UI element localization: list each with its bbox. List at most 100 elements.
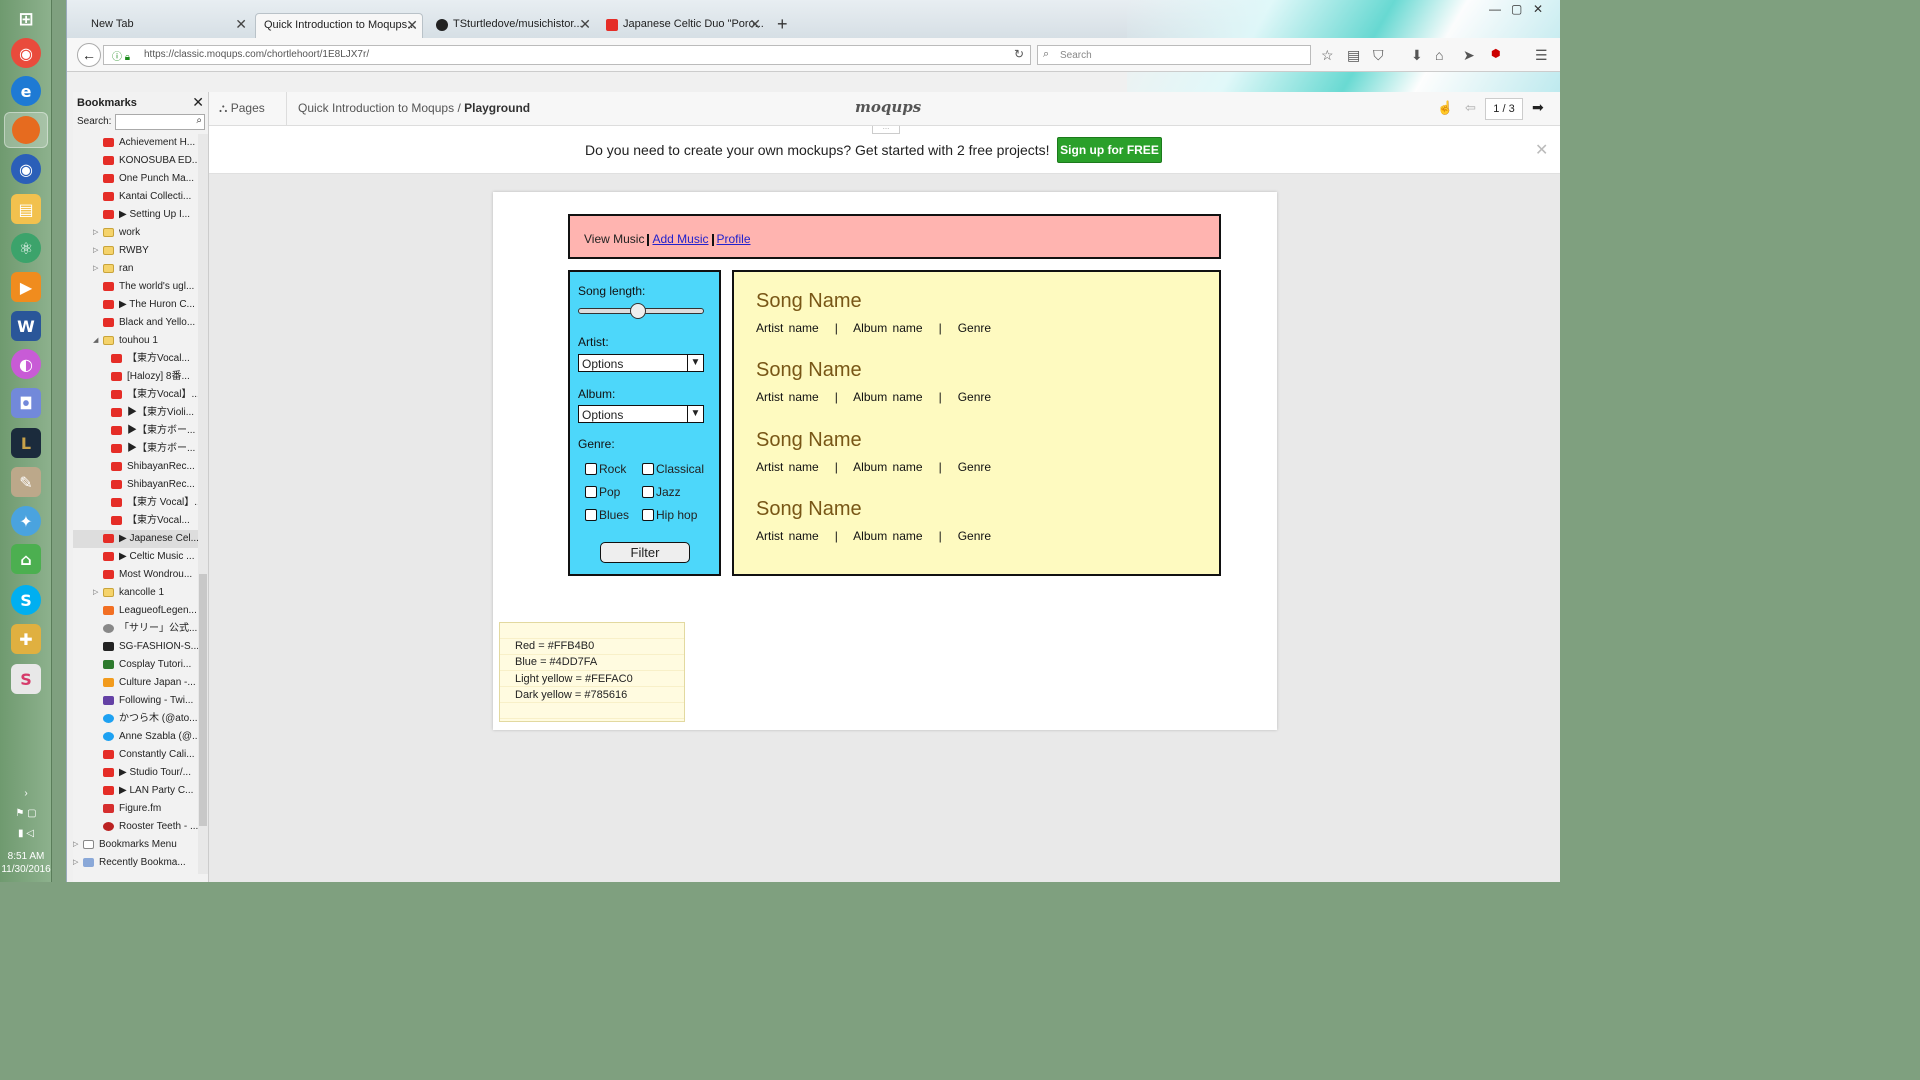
edge-icon[interactable]: e (11, 76, 41, 106)
bookmark-item[interactable]: Cosplay Tutori... (73, 656, 199, 674)
expand-twisty-icon[interactable]: ▷ (73, 836, 78, 854)
adblock-icon[interactable]: ⬢ (1491, 47, 1501, 60)
page-indicator[interactable]: 1 / 3 (1485, 98, 1523, 120)
album-dropdown[interactable]: Options ▼ (578, 405, 704, 423)
url-bar[interactable]: ⓘ 🔒︎ https://classic.moqups.com/chortleh… (103, 45, 1031, 65)
close-icon[interactable]: ✕ (192, 94, 204, 111)
bookmark-item[interactable]: ▶【東方Violi... (73, 404, 199, 422)
close-icon[interactable]: ✕ (1535, 140, 1548, 160)
expand-twisty-icon[interactable]: ▷ (73, 854, 78, 872)
close-icon[interactable]: ✕ (579, 16, 591, 33)
bookmark-item[interactable]: SG-FASHION-S... (73, 638, 199, 656)
bookmark-item[interactable]: 【東方 Vocal】... (73, 494, 199, 512)
expand-twisty-icon[interactable]: ◢ (93, 332, 98, 350)
song-item[interactable]: Song Name Artist name | Album name | Gen… (756, 429, 1196, 489)
file-explorer-icon[interactable]: ▤ (11, 194, 41, 224)
bookmark-item[interactable]: ▶ LAN Party C... (73, 782, 199, 800)
sidebar-scrollbar[interactable] (198, 134, 208, 874)
sidebar-search-input[interactable]: ⌕ (115, 114, 205, 130)
bookmark-item[interactable]: Anne Szabla (@... (73, 728, 199, 746)
bookmark-item[interactable]: ◢ touhou 1 (73, 332, 199, 350)
song-item[interactable]: Song Name Artist name | Album name | Gen… (756, 498, 1196, 558)
minimize-icon[interactable]: — (1489, 2, 1501, 16)
firefox-icon[interactable] (4, 112, 48, 148)
paint-icon[interactable]: ◐ (11, 349, 41, 379)
bookmark-item[interactable]: 「サリー」公式... (73, 620, 199, 638)
bookmark-item[interactable]: ▶ Setting Up I... (73, 206, 199, 224)
song-item[interactable]: Song Name Artist name | Album name | Gen… (756, 290, 1196, 350)
checkbox[interactable] (642, 486, 654, 498)
checkbox[interactable] (642, 509, 654, 521)
new-tab-button[interactable]: + (777, 14, 788, 35)
bookmark-item[interactable]: 【東方Vocal... (73, 350, 199, 368)
tab-new-tab[interactable]: New Tab ✕ (71, 13, 251, 38)
bookmark-item[interactable]: Figure.fm (73, 800, 199, 818)
dropdown-arrow-icon[interactable]: ▼ (687, 355, 703, 371)
lock-icon[interactable]: ⓘ 🔒︎ (112, 48, 130, 63)
league-icon[interactable]: L (11, 428, 41, 458)
downloads-icon[interactable]: ⬇ (1411, 47, 1423, 64)
collapse-handle[interactable]: … (872, 124, 900, 134)
nav-profile-link[interactable]: Profile (717, 232, 751, 246)
back-button[interactable]: ← (77, 43, 101, 67)
tab-github[interactable]: TSturtledove/musichistor... ✕ (429, 13, 595, 38)
system-tray[interactable]: › ⚑ ▢ ▮ ◁ (6, 784, 46, 844)
tab-moqups[interactable]: Quick Introduction to Moqups... ✕ (255, 13, 423, 38)
reading-list-icon[interactable]: ▤ (1347, 47, 1360, 64)
media-player-icon[interactable]: ▶ (11, 272, 41, 302)
bookmark-item[interactable]: Following - Twi... (73, 692, 199, 710)
expand-twisty-icon[interactable]: ▷ (93, 260, 98, 278)
clock[interactable]: 8:51 AM 11/30/2016 (0, 850, 52, 876)
volume-icon[interactable]: ▮ ◁ (6, 824, 46, 844)
checkbox[interactable] (585, 463, 597, 475)
checkbox[interactable] (585, 509, 597, 521)
close-icon[interactable]: ✕ (235, 16, 247, 33)
home-icon[interactable]: ⌂ (11, 544, 41, 574)
atom-icon[interactable]: ⚛ (11, 233, 41, 263)
bookmark-item[interactable]: [Halozy] 8番... (73, 368, 199, 386)
pinwheel2-icon[interactable]: ✚ (11, 624, 41, 654)
bookmark-item[interactable]: Kantai Collecti... (73, 188, 199, 206)
song-item[interactable]: Song Name Artist name | Album name | Gen… (756, 359, 1196, 419)
checkbox[interactable] (642, 463, 654, 475)
nav-add-music-link[interactable]: Add Music (652, 232, 708, 246)
pocket-icon[interactable]: ⛉ (1373, 47, 1384, 64)
signup-button[interactable]: Sign up for FREE (1057, 137, 1162, 163)
prev-page-icon[interactable]: ⇦ (1465, 100, 1476, 116)
bookmark-item[interactable]: かつら木 (@ato... (73, 710, 199, 728)
bookmark-item[interactable]: LeagueofLegen... (73, 602, 199, 620)
bookmark-item[interactable]: ▷ Recently Bookma... (73, 854, 199, 872)
bookmark-item[interactable]: ▶【東方ボー... (73, 440, 199, 458)
bookmark-item[interactable]: ▷ kancolle 1 (73, 584, 199, 602)
discord-icon[interactable]: ◘ (11, 388, 41, 418)
next-page-icon[interactable]: ➡ (1532, 99, 1544, 116)
bookmark-item[interactable]: ▷ work (73, 224, 199, 242)
bookmark-item[interactable]: Constantly Cali... (73, 746, 199, 764)
nav-view-music[interactable]: View Music (584, 232, 644, 246)
artist-dropdown[interactable]: Options ▼ (578, 354, 704, 372)
bookmark-item[interactable]: KONOSUBA ED... (73, 152, 199, 170)
chrome-icon[interactable]: ◉ (11, 38, 41, 68)
pages-button[interactable]: ⛬ Pages (219, 101, 265, 116)
hand-icon[interactable]: ☝ (1437, 100, 1453, 116)
expand-twisty-icon[interactable]: ▷ (93, 224, 98, 242)
bookmark-item[interactable]: ▶ Studio Tour/... (73, 764, 199, 782)
bookmark-item[interactable]: Culture Japan -... (73, 674, 199, 692)
reload-icon[interactable]: ↻ (1014, 47, 1024, 61)
close-icon[interactable]: ✕ (406, 17, 418, 34)
bookmark-item[interactable]: ▷ ran (73, 260, 199, 278)
bookmark-item[interactable]: Rooster Teeth - ... (73, 818, 199, 836)
bookmark-item[interactable]: One Punch Ma... (73, 170, 199, 188)
tab-youtube[interactable]: Japanese Celtic Duo "Poro... ✕ (599, 13, 765, 38)
bookmark-star-icon[interactable]: ☆ (1321, 47, 1334, 64)
bookmark-item[interactable]: ▶ Celtic Music ... (73, 548, 199, 566)
sticky-note[interactable]: Red = #FFB4B0 Blue = #4DD7FA Light yello… (499, 622, 685, 722)
bookmark-item[interactable]: Black and Yello... (73, 314, 199, 332)
home-icon[interactable]: ⌂ (1435, 47, 1443, 63)
skype-icon[interactable]: S (11, 585, 41, 615)
filter-button[interactable]: Filter (600, 542, 690, 563)
bookmark-item[interactable]: ▷ Bookmarks Menu (73, 836, 199, 854)
bookmark-item[interactable]: Most Wondrou... (73, 566, 199, 584)
tray-icons[interactable]: ⚑ ▢ (6, 804, 46, 824)
bookmark-item[interactable]: 【東方Vocal】... (73, 386, 199, 404)
